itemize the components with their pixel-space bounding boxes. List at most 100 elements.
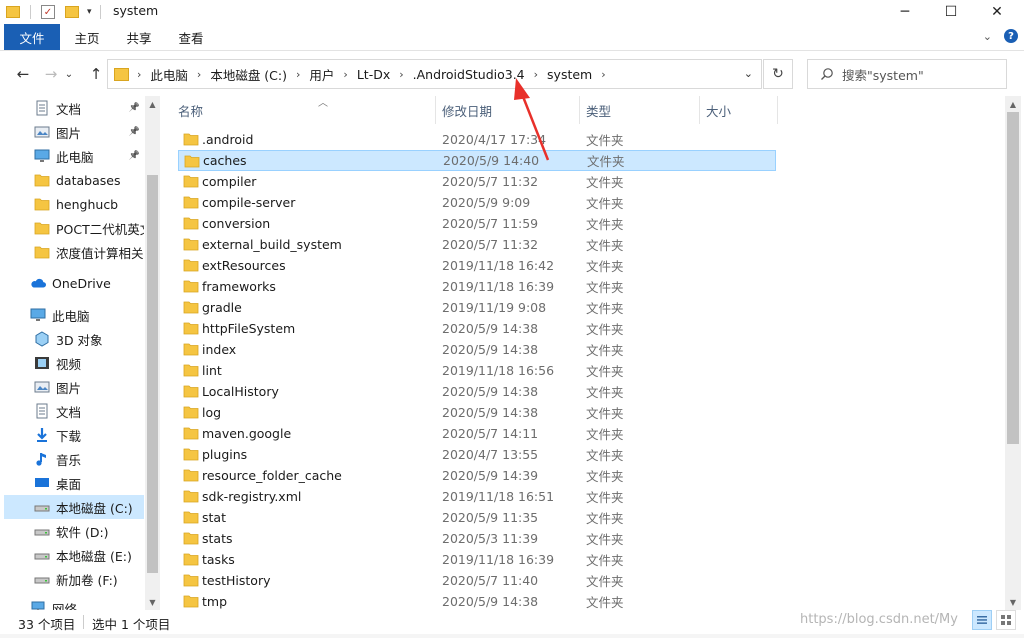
forward-button[interactable]: → — [40, 64, 62, 84]
scrollbar-thumb[interactable] — [1007, 112, 1019, 444]
file-row[interactable]: httpFileSystem 2020/5/9 14:38 文件夹 — [178, 318, 776, 339]
column-header-name[interactable]: 名称 ︿ — [178, 96, 436, 124]
file-row[interactable]: extResources 2019/11/18 16:42 文件夹 — [178, 255, 776, 276]
new-folder-icon[interactable] — [65, 6, 79, 18]
details-view-button[interactable] — [972, 610, 992, 630]
sidebar-item[interactable]: databases — [4, 168, 144, 192]
chevron-right-icon[interactable]: › — [532, 68, 540, 81]
folder-icon — [114, 67, 129, 81]
sidebar-item[interactable]: 此电脑 — [8, 303, 144, 327]
chevron-right-icon[interactable]: › — [135, 68, 143, 81]
sidebar-item[interactable]: 桌面 — [4, 471, 144, 495]
sidebar-item[interactable]: 此电脑 📌 — [4, 144, 144, 168]
file-row[interactable]: lint 2019/11/18 16:56 文件夹 — [178, 360, 776, 381]
breadcrumb-item[interactable]: .AndroidStudio3.4 — [406, 67, 532, 82]
file-row[interactable]: LocalHistory 2020/5/9 14:38 文件夹 — [178, 381, 776, 402]
chevron-right-icon[interactable]: › — [397, 68, 405, 81]
file-row[interactable]: stat 2020/5/9 11:35 文件夹 — [178, 507, 776, 528]
close-button[interactable]: ✕ — [974, 0, 1020, 24]
folder-icon — [34, 244, 50, 260]
tab-view[interactable]: 查看 — [168, 24, 214, 50]
breadcrumb-item[interactable]: system — [540, 67, 599, 82]
breadcrumb-item[interactable]: 用户 — [302, 65, 341, 84]
help-icon[interactable]: ? — [1004, 29, 1018, 43]
address-bar[interactable]: › 此电脑 › 本地磁盘 (C:) › 用户 › Lt-Dx › .AndroidStudio3… — [107, 59, 762, 89]
folder-icon[interactable] — [6, 6, 20, 18]
nav-pane-scrollbar[interactable]: ▲ ▼ — [145, 96, 160, 610]
tab-share[interactable]: 共享 — [116, 24, 162, 50]
large-icons-view-button[interactable] — [996, 610, 1016, 630]
breadcrumb-item[interactable]: Lt-Dx — [350, 67, 397, 82]
file-row[interactable]: tmp 2020/5/9 14:38 文件夹 — [178, 591, 776, 610]
column-header-size[interactable]: 大小 — [700, 96, 778, 124]
file-row[interactable]: stats 2020/5/3 11:39 文件夹 — [178, 528, 776, 549]
sidebar-item[interactable]: POCT二代机英文 — [4, 216, 144, 240]
up-button[interactable]: ↑ — [85, 64, 107, 84]
file-row[interactable]: plugins 2020/4/7 13:55 文件夹 — [178, 444, 776, 465]
search-box[interactable]: 搜索"system" — [807, 59, 1007, 89]
customize-qa-icon[interactable]: ▾ — [87, 7, 92, 17]
scroll-up-icon[interactable]: ▲ — [145, 96, 160, 112]
refresh-button[interactable]: ↻ — [763, 59, 793, 89]
file-row[interactable]: resource_folder_cache 2020/5/9 14:39 文件夹 — [178, 465, 776, 486]
recent-locations-button[interactable]: ⌄ — [62, 64, 76, 84]
file-type: 文件夹 — [586, 259, 624, 274]
sidebar-item[interactable]: henghucb — [4, 192, 144, 216]
column-header-modified[interactable]: 修改日期 — [436, 96, 580, 124]
sidebar-item[interactable]: 图片 — [4, 375, 144, 399]
sidebar-item[interactable]: 音乐 — [4, 447, 144, 471]
scroll-up-icon[interactable]: ▲ — [1005, 96, 1021, 112]
scroll-down-icon[interactable]: ▼ — [1005, 594, 1021, 610]
file-list-scrollbar[interactable]: ▲ ▼ — [1005, 96, 1021, 610]
pictures-icon — [34, 124, 50, 140]
chevron-right-icon[interactable]: › — [195, 68, 203, 81]
sidebar-item[interactable]: 下载 — [4, 423, 144, 447]
breadcrumb-item[interactable]: 本地磁盘 (C:) — [203, 65, 294, 84]
sidebar-item[interactable]: 浓度值计算相关 — [4, 240, 144, 264]
sidebar-item[interactable]: 本地磁盘 (E:) — [4, 543, 144, 567]
sidebar-item[interactable]: 新加卷 (F:) — [4, 567, 144, 591]
expand-ribbon-icon[interactable]: ⌄ — [983, 30, 992, 43]
chevron-right-icon[interactable]: › — [599, 68, 607, 81]
file-row[interactable]: conversion 2020/5/7 11:59 文件夹 — [178, 213, 776, 234]
properties-icon[interactable]: ✓ — [41, 5, 55, 19]
minimize-button[interactable]: ─ — [882, 0, 928, 24]
tab-home[interactable]: 主页 — [64, 24, 110, 50]
file-row[interactable]: compiler 2020/5/7 11:32 文件夹 — [178, 171, 776, 192]
column-header-type[interactable]: 类型 — [580, 96, 700, 124]
chevron-right-icon[interactable]: › — [341, 68, 349, 81]
file-row[interactable]: gradle 2019/11/19 9:08 文件夹 — [178, 297, 776, 318]
sidebar-item[interactable]: 本地磁盘 (C:) — [4, 495, 144, 519]
sidebar-item[interactable]: 图片 📌 — [4, 120, 144, 144]
address-dropdown-icon[interactable]: ⌄ — [744, 67, 753, 80]
file-row[interactable]: external_build_system 2020/5/7 11:32 文件夹 — [178, 234, 776, 255]
sidebar-item[interactable]: 软件 (D:) — [4, 519, 144, 543]
pin-icon: 📌 — [128, 127, 140, 137]
file-row[interactable]: frameworks 2019/11/18 16:39 文件夹 — [178, 276, 776, 297]
file-row[interactable]: log 2020/5/9 14:38 文件夹 — [178, 402, 776, 423]
file-row[interactable]: compile-server 2020/5/9 9:09 文件夹 — [178, 192, 776, 213]
sidebar-item[interactable]: 文档 — [4, 399, 144, 423]
file-row[interactable]: sdk-registry.xml 2019/11/18 16:51 文件夹 — [178, 486, 776, 507]
file-name: resource_folder_cache — [202, 468, 342, 483]
file-row[interactable]: index 2020/5/9 14:38 文件夹 — [178, 339, 776, 360]
scroll-down-icon[interactable]: ▼ — [145, 594, 160, 610]
sidebar-item[interactable]: 视频 — [4, 351, 144, 375]
file-type: 文件夹 — [586, 385, 624, 400]
scrollbar-thumb[interactable] — [147, 175, 158, 573]
file-row[interactable]: maven.google 2020/5/7 14:11 文件夹 — [178, 423, 776, 444]
file-type: 文件夹 — [586, 133, 624, 148]
sidebar-item[interactable]: 3D 对象 — [4, 327, 144, 351]
sidebar-item[interactable]: OneDrive — [8, 271, 144, 295]
file-row[interactable]: caches 2020/5/9 14:40 文件夹 — [178, 150, 776, 171]
breadcrumb-item[interactable]: 此电脑 — [143, 65, 195, 84]
tab-file[interactable]: 文件 — [4, 24, 60, 50]
file-row[interactable]: testHistory 2020/5/7 11:40 文件夹 — [178, 570, 776, 591]
sidebar-item[interactable]: 文档 📌 — [4, 96, 144, 120]
maximize-button[interactable]: ☐ — [928, 0, 974, 24]
file-row[interactable]: .android 2020/4/17 17:34 文件夹 — [178, 129, 776, 150]
chevron-right-icon[interactable]: › — [294, 68, 302, 81]
back-button[interactable]: ← — [12, 64, 34, 84]
file-row[interactable]: tasks 2019/11/18 16:39 文件夹 — [178, 549, 776, 570]
file-name: tasks — [202, 552, 235, 567]
